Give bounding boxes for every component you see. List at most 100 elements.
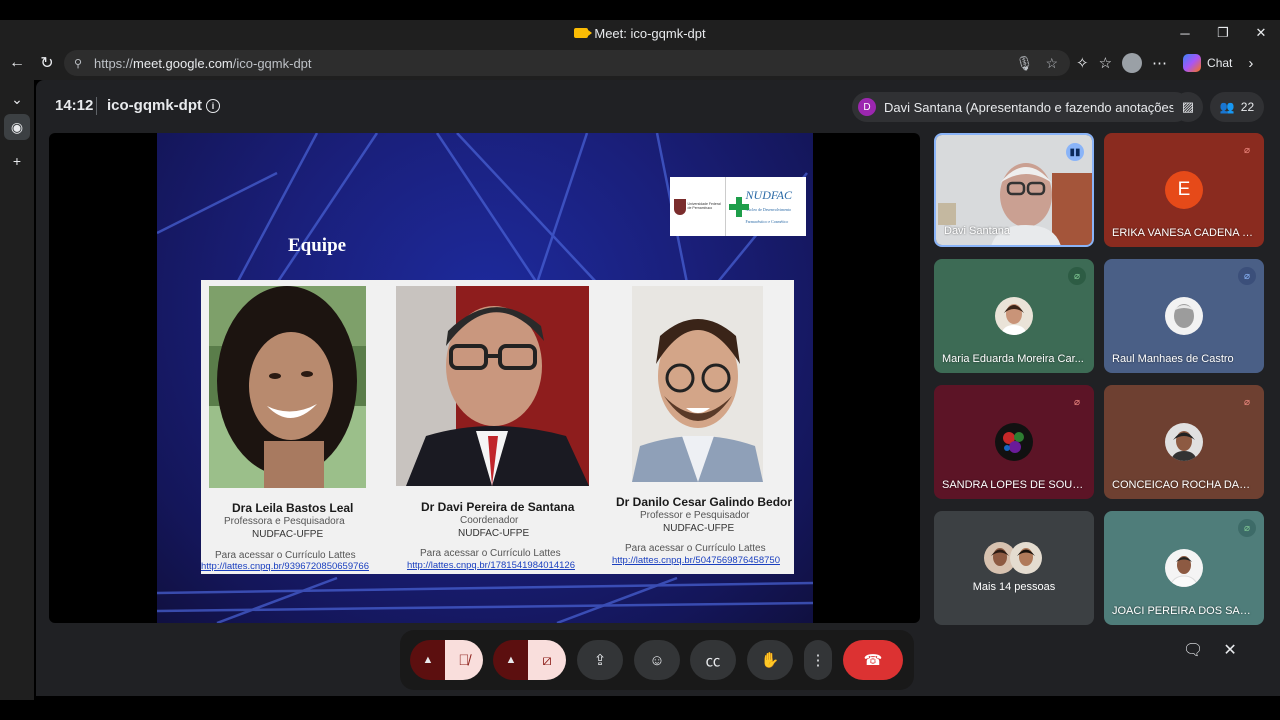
star-icon[interactable]: ☆	[1045, 55, 1058, 72]
institution-logos: Universidade Federal de Pernambuco NUDFA…	[670, 177, 806, 236]
ufpe-crest-icon	[673, 198, 686, 215]
participant-name: Raul Manhaes de Castro	[1112, 353, 1234, 365]
address-bar-icons: 🎙 ☆	[1016, 50, 1058, 76]
participant-tile[interactable]: ⌀ JOACI PEREIRA DOS SAN...	[1104, 511, 1264, 625]
audio-options-chevron-icon[interactable]: ▲	[410, 640, 446, 680]
meet-app: 14:12 ico-gqmk-dpt i D Davi Santana (Apr…	[36, 80, 1280, 696]
favorites-icon[interactable]: ☆	[1099, 54, 1112, 72]
presenter-avatar: D	[858, 98, 876, 116]
participant-tile[interactable]: ⌀ SANDRA LOPES DE SOUZA	[934, 385, 1094, 499]
member-photo-danilo	[632, 286, 763, 482]
chat-button[interactable]: Chat	[1177, 54, 1238, 72]
extensions-icon[interactable]: ✧	[1076, 54, 1089, 72]
reload-icon[interactable]: ↻	[32, 48, 62, 78]
member-role: Professor e Pesquisador	[640, 510, 750, 521]
participant-tile[interactable]: ▮▮ Davi Santana	[934, 133, 1094, 247]
participants-button[interactable]: 👥 22	[1210, 92, 1264, 122]
close-window-button[interactable]: ✕	[1242, 20, 1280, 46]
mic-off-button[interactable]: 🎙̸	[445, 640, 483, 680]
chat-label: Chat	[1207, 56, 1233, 70]
url-path: /ico-gqmk-dpt	[232, 55, 312, 71]
profile-avatar[interactable]	[1122, 53, 1143, 73]
presenter-indicator[interactable]: D Davi Santana (Apresentando e fazendo a…	[852, 92, 1190, 122]
copilot-icon	[1183, 54, 1202, 72]
participant-avatar	[1165, 423, 1203, 461]
header-divider	[96, 97, 97, 115]
camera-off-button[interactable]: ⧄	[528, 640, 566, 680]
meeting-info-icon[interactable]: i	[206, 99, 220, 113]
speaking-indicator-icon: ▮▮	[1066, 143, 1084, 161]
ufpe-logo-text: Universidade Federal de Pernambuco	[687, 201, 721, 210]
member-institution: NUDFAC-UFPE	[458, 528, 530, 539]
emoji-reaction-button[interactable]: ☺	[634, 640, 680, 680]
hide-tiles-icon[interactable]: ▨	[1173, 92, 1203, 122]
browser-sidebar: ⌄ ◉ +	[0, 80, 34, 700]
participant-tile[interactable]: ⌀ CONCEICAO ROCHA DAM...	[1104, 385, 1264, 499]
letterbox-bottom	[0, 700, 1280, 720]
more-participants-tile[interactable]: Mais 14 pessoas	[934, 511, 1094, 625]
presentation-stage: Equipe Universidade Federal de Pernambuc…	[49, 133, 920, 623]
participant-avatar	[1165, 297, 1203, 335]
back-arrow-icon[interactable]: ←	[2, 48, 32, 78]
team-panel: Dra Leila Bastos Leal Professora e Pesqu…	[201, 280, 794, 574]
mic-off-icon: ⌀	[1243, 396, 1251, 408]
meet-header: 14:12 ico-gqmk-dpt i D Davi Santana (Apr…	[36, 80, 1280, 132]
restore-button[interactable]: ❐	[1204, 20, 1242, 46]
participant-name: CONCEICAO ROCHA DAM...	[1112, 479, 1256, 491]
member-name: Dra Leila Bastos Leal	[232, 501, 354, 515]
chat-icon[interactable]: 🗨	[1183, 640, 1203, 660]
mic-off-icon: ⌀	[1238, 519, 1256, 537]
presentation-slide: Equipe Universidade Federal de Pernambuc…	[157, 133, 813, 623]
presenter-label: Davi Santana (Apresentando e fazendo ano…	[884, 99, 1180, 115]
side-panel-controls: 🗨 ✕	[1183, 640, 1237, 660]
member-role: Professora e Pesquisadora	[224, 516, 345, 527]
member-photo-leila	[209, 286, 366, 488]
record-icon[interactable]: ◉	[4, 114, 30, 140]
microphone-icon[interactable]: 🎙	[1016, 55, 1034, 72]
member-lattes-link[interactable]: http://lattes.cnpq.br/5047569876458750	[612, 555, 780, 566]
address-bar[interactable]: ⚲ https://meet.google.com/ico-gqmk-dpt 🎙…	[64, 50, 1070, 76]
participant-tile[interactable]: ⌀ Maria Eduarda Moreira Car...	[934, 259, 1094, 373]
mic-off-icon: ⌀	[1243, 144, 1251, 156]
leave-call-button[interactable]: ☎	[843, 640, 903, 680]
member-lattes-caption: Para acessar o Currículo Lattes	[420, 548, 561, 559]
participant-avatar	[1165, 549, 1203, 587]
url-host: meet.google.com	[133, 55, 233, 71]
member-lattes-caption: Para acessar o Currículo Lattes	[625, 543, 766, 554]
nudfac-name: NUDFAC	[745, 187, 792, 202]
member-name: Dr Danilo Cesar Galindo Bedor	[616, 495, 793, 509]
member-lattes-link[interactable]: http://lattes.cnpq.br/9396720850659766	[201, 561, 369, 572]
green-cross-icon	[729, 196, 749, 217]
captions-button[interactable]: ㏄	[690, 640, 736, 680]
nudfac-logo: NUDFAC Núcleo de Desenvolvimento Farmacê…	[726, 189, 806, 225]
letterbox-top	[0, 0, 1280, 20]
add-icon[interactable]: +	[8, 152, 26, 170]
participant-count: 22	[1240, 100, 1255, 114]
chevron-right-icon[interactable]: ›	[1248, 55, 1253, 72]
nudfac-subtitle: Núcleo de Desenvolvimento Farmacêutico e…	[745, 206, 792, 224]
raise-hand-button[interactable]: ✋	[747, 640, 793, 680]
more-menu-icon[interactable]: ⋯	[1152, 54, 1167, 72]
member-lattes-link[interactable]: http://lattes.cnpq.br/1781541984014126	[407, 560, 575, 571]
site-info-icon[interactable]: ⚲	[74, 57, 86, 70]
present-screen-button[interactable]: ⇪	[577, 640, 623, 680]
mic-off-icon: ⌀	[1073, 396, 1081, 408]
more-options-button[interactable]: ⋮	[804, 640, 832, 680]
member-photo-davi	[396, 286, 589, 486]
participant-name: SANDRA LOPES DE SOUZA	[942, 479, 1086, 491]
more-participants-label: Mais 14 pessoas	[972, 581, 1056, 593]
browser-toolbar: ← ↻ ⚲ https://meet.google.com/ico-gqmk-d…	[0, 46, 1280, 80]
participant-tile[interactable]: ⌀ Raul Manhaes de Castro	[1104, 259, 1264, 373]
member-institution: NUDFAC-UFPE	[663, 523, 735, 534]
participant-avatar	[995, 423, 1033, 461]
people-icon: 👥	[1219, 100, 1235, 114]
window-controls: ─ ❐ ✕	[1166, 20, 1280, 46]
participant-tile[interactable]: ⌀ E ERIKA VANESA CADENA B...	[1104, 133, 1264, 247]
chevron-down-icon[interactable]: ⌄	[8, 90, 26, 108]
participant-avatar	[995, 297, 1033, 335]
minimize-button[interactable]: ─	[1166, 20, 1204, 46]
video-options-chevron-icon[interactable]: ▲	[493, 640, 529, 680]
activities-icon[interactable]: ✕	[1223, 640, 1236, 660]
slide-title: Equipe	[288, 235, 347, 256]
participant-tiles: ▮▮ Davi Santana ⌀ E ERIKA VANESA CADENA …	[934, 133, 1266, 625]
